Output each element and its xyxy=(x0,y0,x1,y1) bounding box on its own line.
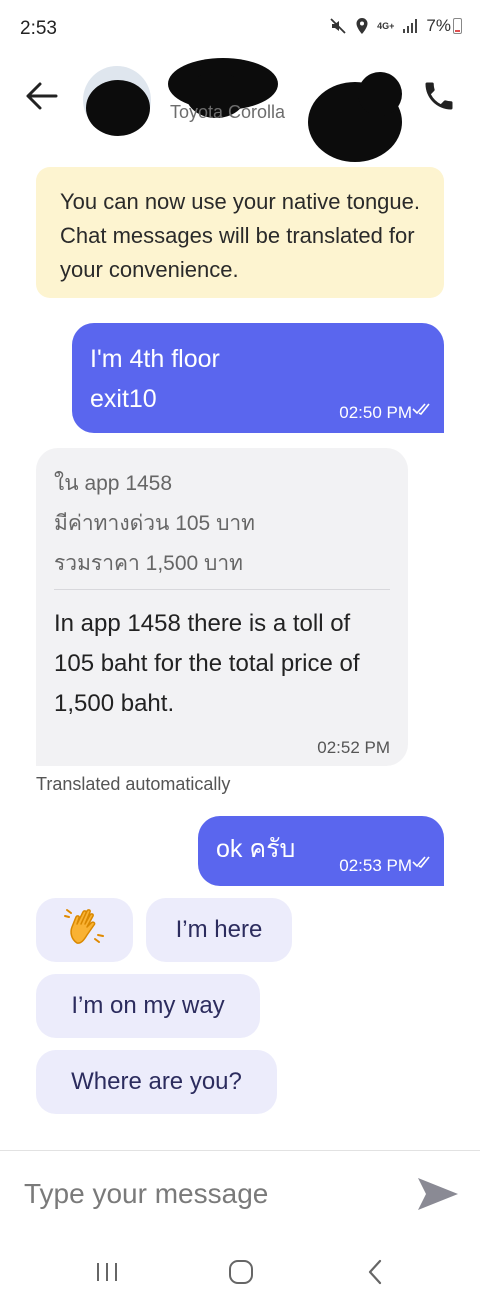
message-bubble-incoming[interactable]: ใน app 1458 มีค่าทางด่วน 105 บาท รวมราคา… xyxy=(36,448,408,766)
quick-reply-wave[interactable] xyxy=(36,898,133,962)
message-time: 02:50 PM xyxy=(339,403,412,422)
message-line: ok ครับ xyxy=(216,835,296,863)
translated-text: In app 1458 there is a toll of 105 baht … xyxy=(54,610,360,717)
battery-indicator: 7% xyxy=(426,16,462,36)
message-input[interactable] xyxy=(24,1172,394,1216)
double-check-icon xyxy=(412,855,432,874)
message-time: 02:52 PM xyxy=(317,738,390,757)
original-line: รวมราคา 1,500 บาท xyxy=(54,552,244,575)
signal-icon xyxy=(402,18,418,34)
vehicle-label: Toyota Corolla xyxy=(170,102,286,122)
message-time: 02:53 PM xyxy=(339,856,412,875)
battery-icon xyxy=(453,18,462,34)
home-icon[interactable] xyxy=(216,1254,266,1290)
send-icon[interactable] xyxy=(414,1172,462,1216)
quick-reply-where-are-you[interactable]: Where are you? xyxy=(36,1050,277,1114)
status-bar: 2:53 4G+ 7% xyxy=(0,0,480,58)
status-time: 2:53 xyxy=(20,18,57,39)
original-text: ใน app 1458 มีค่าทางด่วน 105 บาท รวมราคา… xyxy=(54,464,255,584)
original-line: ใน app 1458 xyxy=(54,472,173,495)
back-arrow-icon[interactable] xyxy=(22,78,62,114)
translation-banner: You can now use your native tongue. Chat… xyxy=(36,167,444,298)
location-icon xyxy=(355,17,369,35)
network-icon: 4G+ xyxy=(377,20,395,31)
message-bubble-outgoing[interactable]: I'm 4th floor exit10 02:50 PM xyxy=(72,323,444,433)
recent-apps-icon[interactable] xyxy=(82,1254,132,1290)
status-icons: 4G+ 7% xyxy=(329,16,462,36)
mute-icon xyxy=(329,17,347,35)
back-icon[interactable] xyxy=(350,1254,400,1290)
message-line: exit10 xyxy=(90,385,157,413)
translated-note: Translated automatically xyxy=(36,774,231,794)
double-check-icon xyxy=(412,402,432,421)
chat-header: Toyota Corolla xyxy=(0,58,480,162)
redaction-mark xyxy=(358,72,402,116)
battery-percent: 7% xyxy=(426,16,451,35)
system-nav-bar xyxy=(0,1240,480,1307)
original-line: มีค่าทางด่วน 105 บาท xyxy=(54,512,256,535)
message-bubble-outgoing[interactable]: ok ครับ 02:53 PM xyxy=(198,816,444,886)
divider xyxy=(0,1150,480,1151)
divider xyxy=(54,589,390,590)
message-line: I'm 4th floor xyxy=(90,345,220,373)
phone-icon[interactable] xyxy=(420,78,458,114)
quick-reply-on-my-way[interactable]: I’m on my way xyxy=(36,974,260,1038)
redaction-mark xyxy=(86,80,150,136)
quick-reply-here[interactable]: I’m here xyxy=(146,898,292,962)
waving-hand-icon xyxy=(63,905,107,956)
